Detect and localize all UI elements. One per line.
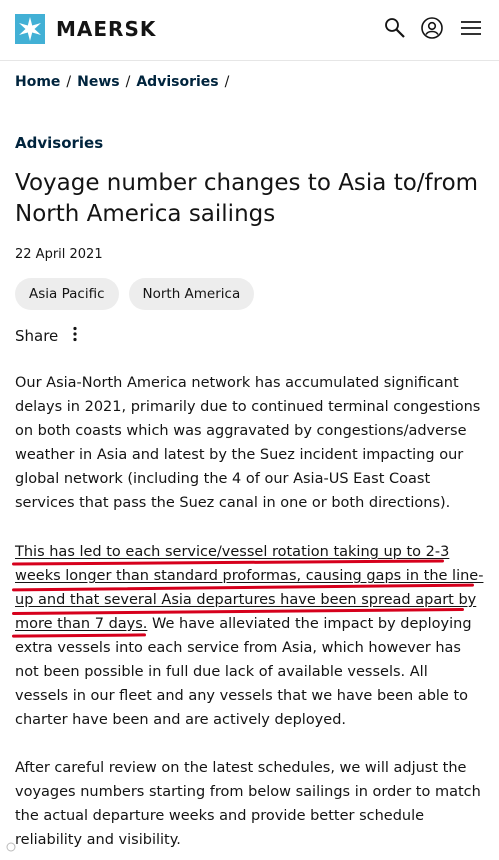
watermark xyxy=(6,842,20,855)
article-date: 22 April 2021 xyxy=(15,247,103,262)
breadcrumb-separator: / xyxy=(125,74,131,90)
site-header: MAERSK xyxy=(0,0,499,61)
user-icon[interactable] xyxy=(420,16,444,40)
tag-north-america[interactable]: North America xyxy=(128,278,255,310)
article-paragraph-1: Our Asia-North America network has accum… xyxy=(15,375,481,511)
share-label: Share xyxy=(15,327,59,345)
breadcrumb-news[interactable]: News xyxy=(77,74,119,90)
tag-asia-pacific[interactable]: Asia Pacific xyxy=(15,278,119,310)
breadcrumb: Home / News / Advisories / xyxy=(15,74,235,90)
breadcrumb-separator: / xyxy=(66,74,72,90)
more-vertical-icon[interactable] xyxy=(72,326,78,346)
breadcrumb-advisories[interactable]: Advisories xyxy=(136,74,218,90)
article-title: Voyage number changes to Asia to/from No… xyxy=(15,170,479,227)
share-button[interactable]: Share xyxy=(15,326,78,346)
article-category[interactable]: Advisories xyxy=(15,134,103,152)
maersk-star-logo-icon[interactable] xyxy=(15,14,45,44)
article-paragraph-3: After careful review on the latest sched… xyxy=(15,760,481,848)
search-icon[interactable] xyxy=(383,16,407,40)
brand-name[interactable]: MAERSK xyxy=(56,17,156,41)
menu-icon[interactable] xyxy=(459,16,483,40)
paragraph-2-rest: We have alleviated the impact by deployi… xyxy=(15,616,472,728)
breadcrumb-separator: / xyxy=(224,74,230,90)
breadcrumb-home[interactable]: Home xyxy=(15,74,60,90)
tag-list: Asia Pacific North America xyxy=(15,278,255,310)
